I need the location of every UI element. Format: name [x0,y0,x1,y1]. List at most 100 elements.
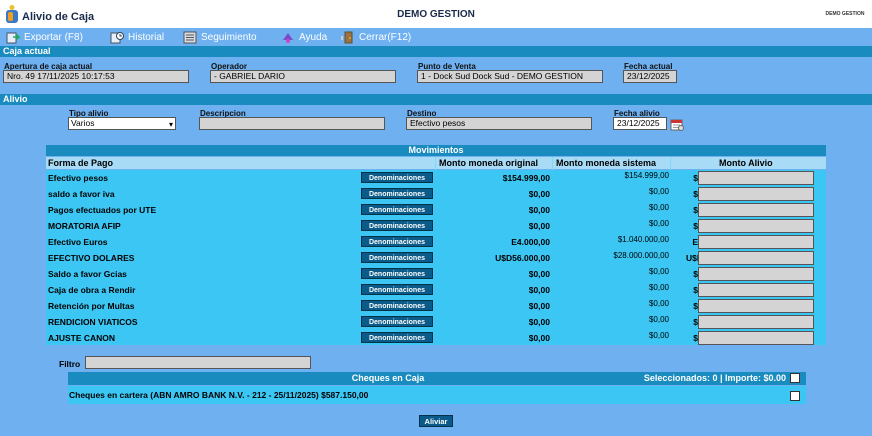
forma-pago-name: Efectivo pesos [48,173,108,183]
monto-original: $154.999,00 [502,173,550,183]
table-row: Pagos efectuados por UTE Denominaciones $0… [46,202,826,218]
help-icon [281,31,295,44]
monto-alivio-input[interactable] [698,267,814,281]
destino-field: Efectivo pesos [406,117,592,130]
monto-alivio-input[interactable] [698,203,814,217]
denominaciones-button[interactable]: Denominaciones [361,332,433,343]
menu-ayuda[interactable]: Ayuda [281,30,327,44]
monto-sistema: $0,00 [648,331,669,340]
table-row: RENDICION VIATICOS Denominaciones $0,00 $0,… [46,314,826,330]
currency-symbol: $ [693,317,698,327]
currency-symbol: $ [693,269,698,279]
denominaciones-button[interactable]: Denominaciones [361,316,433,327]
aliviar-button[interactable]: Aliviar [419,415,453,427]
table-row: Caja de obra a Rendir Denominaciones $0,00… [46,282,826,298]
currency-symbol: $ [693,285,698,295]
table-row: Retención por Multas Denominaciones $0,00 $… [46,298,826,314]
table-row: EFECTIVO DOLARES Denominaciones U$D56.000,… [46,250,826,266]
history-icon [110,31,124,44]
movimientos-rows: Efectivo pesos Denominaciones $154.999,00 $… [46,170,826,345]
descripcion-input[interactable] [199,117,385,130]
monto-original: $0,00 [528,269,550,279]
tipo-alivio-select[interactable]: Varios ▾ [68,117,176,130]
denominaciones-button[interactable]: Denominaciones [361,236,433,247]
denominaciones-button[interactable]: Denominaciones [361,220,433,231]
cheques-selection-summary: Seleccionados: 0 | Importe: $0.00 [643,373,786,383]
monto-alivio-input[interactable] [698,283,814,297]
movimientos-table: Movimientos Forma de Pago Monto moneda o… [46,145,826,345]
cheque-checkbox[interactable] [790,391,800,401]
denominaciones-button[interactable]: Denominaciones [361,172,433,183]
section-caja-actual: Caja actual [0,46,872,57]
monto-alivio-input[interactable] [698,219,814,233]
monto-sistema: $28.000.000,00 [613,251,669,260]
header-monto-original: Monto moneda original [439,158,538,168]
forma-pago-name: MORATORIA AFIP [48,221,121,231]
forma-pago-name: EFECTIVO DOLARES [48,253,135,263]
menu-seguimiento-label: Seguimiento [201,31,257,43]
menu-exportar-label: Exportar (F8) [24,31,83,43]
currency-symbol: $ [693,301,698,311]
section-alivio: Alivio [0,94,872,105]
apertura-field: Nro. 49 17/11/2025 10:17:53 [3,70,189,83]
monto-original: $0,00 [528,205,550,215]
monto-alivio-input[interactable] [698,251,814,265]
forma-pago-name: Efectivo Euros [48,237,108,247]
monto-alivio-input[interactable] [698,299,814,313]
company-name: DEMO GESTION [397,9,475,20]
cheques-title: Cheques en Caja [351,373,425,383]
table-row: AJUSTE CANON Denominaciones $0,00 $0,00 $ [46,330,826,346]
currency-symbol: $ [693,173,698,183]
menu-exportar[interactable]: Exportar (F8) [6,30,83,44]
monto-alivio-input[interactable] [698,171,814,185]
denominaciones-button[interactable]: Denominaciones [361,252,433,263]
table-row: MORATORIA AFIP Denominaciones $0,00 $0,00 $ [46,218,826,234]
header-monto-alivio: Monto Alivio [719,158,773,168]
menu-bar: Exportar (F8) Historial Seguimiento Ayud… [0,28,872,45]
monto-alivio-input[interactable] [698,235,814,249]
operador-field: - GABRIEL DARIO [210,70,396,83]
monto-alivio-input[interactable] [698,187,814,201]
monto-sistema: $0,00 [648,219,669,228]
monto-sistema: $0,00 [648,187,669,196]
denominaciones-button[interactable]: Denominaciones [361,188,433,199]
denominaciones-button[interactable]: Denominaciones [361,204,433,215]
table-row: Efectivo Euros Denominaciones E4.000,00 $1.… [46,234,826,250]
denominaciones-button[interactable]: Denominaciones [361,268,433,279]
monto-original: $0,00 [528,301,550,311]
monto-sistema: $0,00 [648,283,669,292]
menu-seguimiento[interactable]: Seguimiento [183,30,257,44]
header-monto-sistema: Monto moneda sistema [556,158,657,168]
cheques-header: Cheques en Caja Seleccionados: 0 | Impor… [68,372,806,385]
menu-ayuda-label: Ayuda [299,31,328,43]
select-all-checkbox[interactable] [790,373,800,383]
fecha-alivio-input[interactable]: 23/12/2025 [613,117,667,130]
menu-historial[interactable]: Historial [110,30,164,44]
monto-original: E4.000,00 [511,237,550,247]
forma-pago-name: RENDICION VIATICOS [48,317,138,327]
monto-alivio-input[interactable] [698,315,814,329]
denominaciones-button[interactable]: Denominaciones [361,300,433,311]
menu-historial-label: Historial [128,31,165,43]
filtro-input[interactable] [85,356,311,369]
export-icon [6,31,21,44]
forma-pago-name: Caja de obra a Rendir [48,285,136,295]
monto-sistema: $0,00 [648,315,669,324]
calendar-icon[interactable] [670,117,684,131]
currency-symbol: $ [693,205,698,215]
menu-cerrar[interactable]: Cerrar(F12) [341,30,411,44]
monto-alivio-input[interactable] [698,331,814,345]
forma-pago-name: Pagos efectuados por UTE [48,205,157,215]
monto-original: $0,00 [528,285,550,295]
denominaciones-button[interactable]: Denominaciones [361,284,433,295]
monto-sistema: $1.040.000,00 [617,235,669,244]
cheque-description: Cheques en cartera (ABN AMRO BANK N.V. -… [69,390,369,400]
forma-pago-name: saldo a favor iva [48,189,115,199]
forma-pago-name: Saldo a favor Gcias [48,269,127,279]
brand-logo: DEMO GESTION [820,4,870,24]
movimientos-header: Forma de Pago Monto moneda original Mont… [46,157,826,169]
menu-cerrar-label: Cerrar(F12) [359,31,412,43]
monto-original: $0,00 [528,333,550,343]
filtro-label: Filtro [59,359,81,369]
currency-symbol: $ [693,221,698,231]
